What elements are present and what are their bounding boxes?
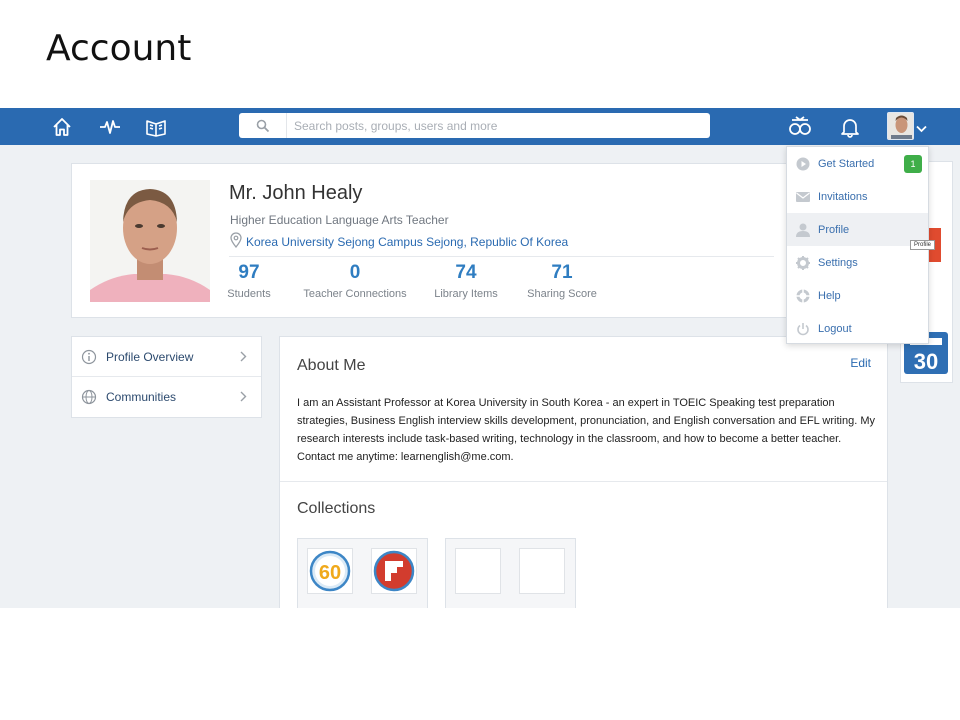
menu-item-label: Logout xyxy=(818,322,852,335)
user-dropdown-menu: Get Started 1 Invitations Profile Settin… xyxy=(786,146,929,344)
chevron-right-icon xyxy=(240,391,247,405)
menu-item-get-started[interactable]: Get Started 1 xyxy=(787,147,928,180)
profile-location-link[interactable]: Korea University Sejong Campus Sejong, R… xyxy=(246,235,568,249)
section-divider xyxy=(280,481,887,482)
globe-icon xyxy=(72,389,106,405)
menu-item-help[interactable]: Help xyxy=(787,279,928,312)
bell-icon[interactable] xyxy=(840,116,862,138)
menu-item-logout[interactable]: Logout xyxy=(787,312,928,345)
power-icon xyxy=(787,322,818,336)
about-me-text: I am an Assistant Professor at Korea Uni… xyxy=(297,397,875,463)
sidebar-item-communities[interactable]: Communities xyxy=(72,377,261,417)
app-screenshot: Mr. John Healy Higher Education Language… xyxy=(0,108,960,608)
collection-tile xyxy=(371,548,417,594)
menu-item-invitations[interactable]: Invitations xyxy=(787,180,928,213)
activity-icon[interactable] xyxy=(99,116,121,138)
stat-value: 0 xyxy=(349,262,361,283)
svg-text:60: 60 xyxy=(319,562,341,584)
about-me-heading: About Me xyxy=(297,357,366,374)
profile-side-menu: Profile Overview Communities xyxy=(71,336,262,418)
menu-item-label: Profile xyxy=(818,223,850,236)
chevron-down-icon[interactable] xyxy=(916,120,927,138)
stat-label: Teacher Connections xyxy=(303,288,407,300)
collection-tile: 60 xyxy=(307,548,353,594)
stat-label: Sharing Score xyxy=(527,288,597,300)
sidebar-item-profile-overview[interactable]: Profile Overview xyxy=(72,337,261,377)
collection-tile-empty xyxy=(519,548,565,594)
user-avatar[interactable] xyxy=(887,112,914,140)
collection-card[interactable] xyxy=(445,538,576,608)
flipboard-icon xyxy=(373,550,415,592)
library-icon[interactable] xyxy=(145,116,167,138)
profile-name: Mr. John Healy xyxy=(229,182,363,204)
sidebar-item-label: Communities xyxy=(106,390,177,404)
home-icon[interactable] xyxy=(51,116,73,138)
search-input[interactable] xyxy=(287,113,707,138)
collection-card[interactable]: 60 xyxy=(297,538,428,608)
badge-60-icon: 60 xyxy=(309,550,351,592)
chevron-right-icon xyxy=(240,351,247,365)
collections-heading: Collections xyxy=(297,500,376,517)
stat-sharing-score[interactable]: 71 Sharing Score xyxy=(526,262,598,300)
menu-item-label: Settings xyxy=(818,256,858,269)
stat-value: 74 xyxy=(455,262,477,283)
gear-icon xyxy=(787,255,818,270)
profile-card: Mr. John Healy Higher Education Language… xyxy=(71,163,791,318)
profile-role: Higher Education Language Arts Teacher xyxy=(230,213,449,227)
profile-photo xyxy=(90,180,210,302)
user-icon xyxy=(787,223,818,237)
search-bar xyxy=(239,113,710,138)
stat-label: Students xyxy=(227,288,271,300)
main-content-panel: About Me Edit I am an Assistant Professo… xyxy=(279,336,888,608)
stat-students[interactable]: 97 Students xyxy=(224,262,274,300)
info-icon xyxy=(72,349,106,365)
sidebar-item-label: Profile Overview xyxy=(106,349,194,364)
search-icon[interactable] xyxy=(239,113,287,138)
edit-about-link[interactable]: Edit xyxy=(850,356,871,370)
menu-item-label: Get Started xyxy=(818,157,875,170)
apps-icon[interactable] xyxy=(788,114,811,136)
menu-item-settings[interactable]: Settings xyxy=(787,246,928,279)
menu-item-profile[interactable]: Profile xyxy=(787,213,928,246)
menu-item-label: Invitations xyxy=(818,190,868,203)
stat-value: 71 xyxy=(551,262,573,283)
stat-value: 97 xyxy=(238,262,260,283)
envelope-icon xyxy=(787,191,818,202)
collection-tile-empty xyxy=(455,548,501,594)
svg-text:30: 30 xyxy=(914,349,938,374)
stat-library-items[interactable]: 74 Library Items xyxy=(434,262,498,300)
slide-title: Account xyxy=(46,28,192,69)
lifebuoy-icon xyxy=(787,288,818,303)
profile-tooltip: Profile xyxy=(910,240,936,250)
play-icon xyxy=(787,157,818,171)
notification-badge: 1 xyxy=(904,155,922,173)
menu-item-label: Help xyxy=(818,289,841,302)
stats-divider xyxy=(229,256,774,257)
location-pin-icon xyxy=(230,232,242,253)
top-navigation-bar xyxy=(0,108,960,145)
stat-teacher-connections[interactable]: 0 Teacher Connections xyxy=(303,262,407,300)
stat-label: Library Items xyxy=(434,288,498,300)
